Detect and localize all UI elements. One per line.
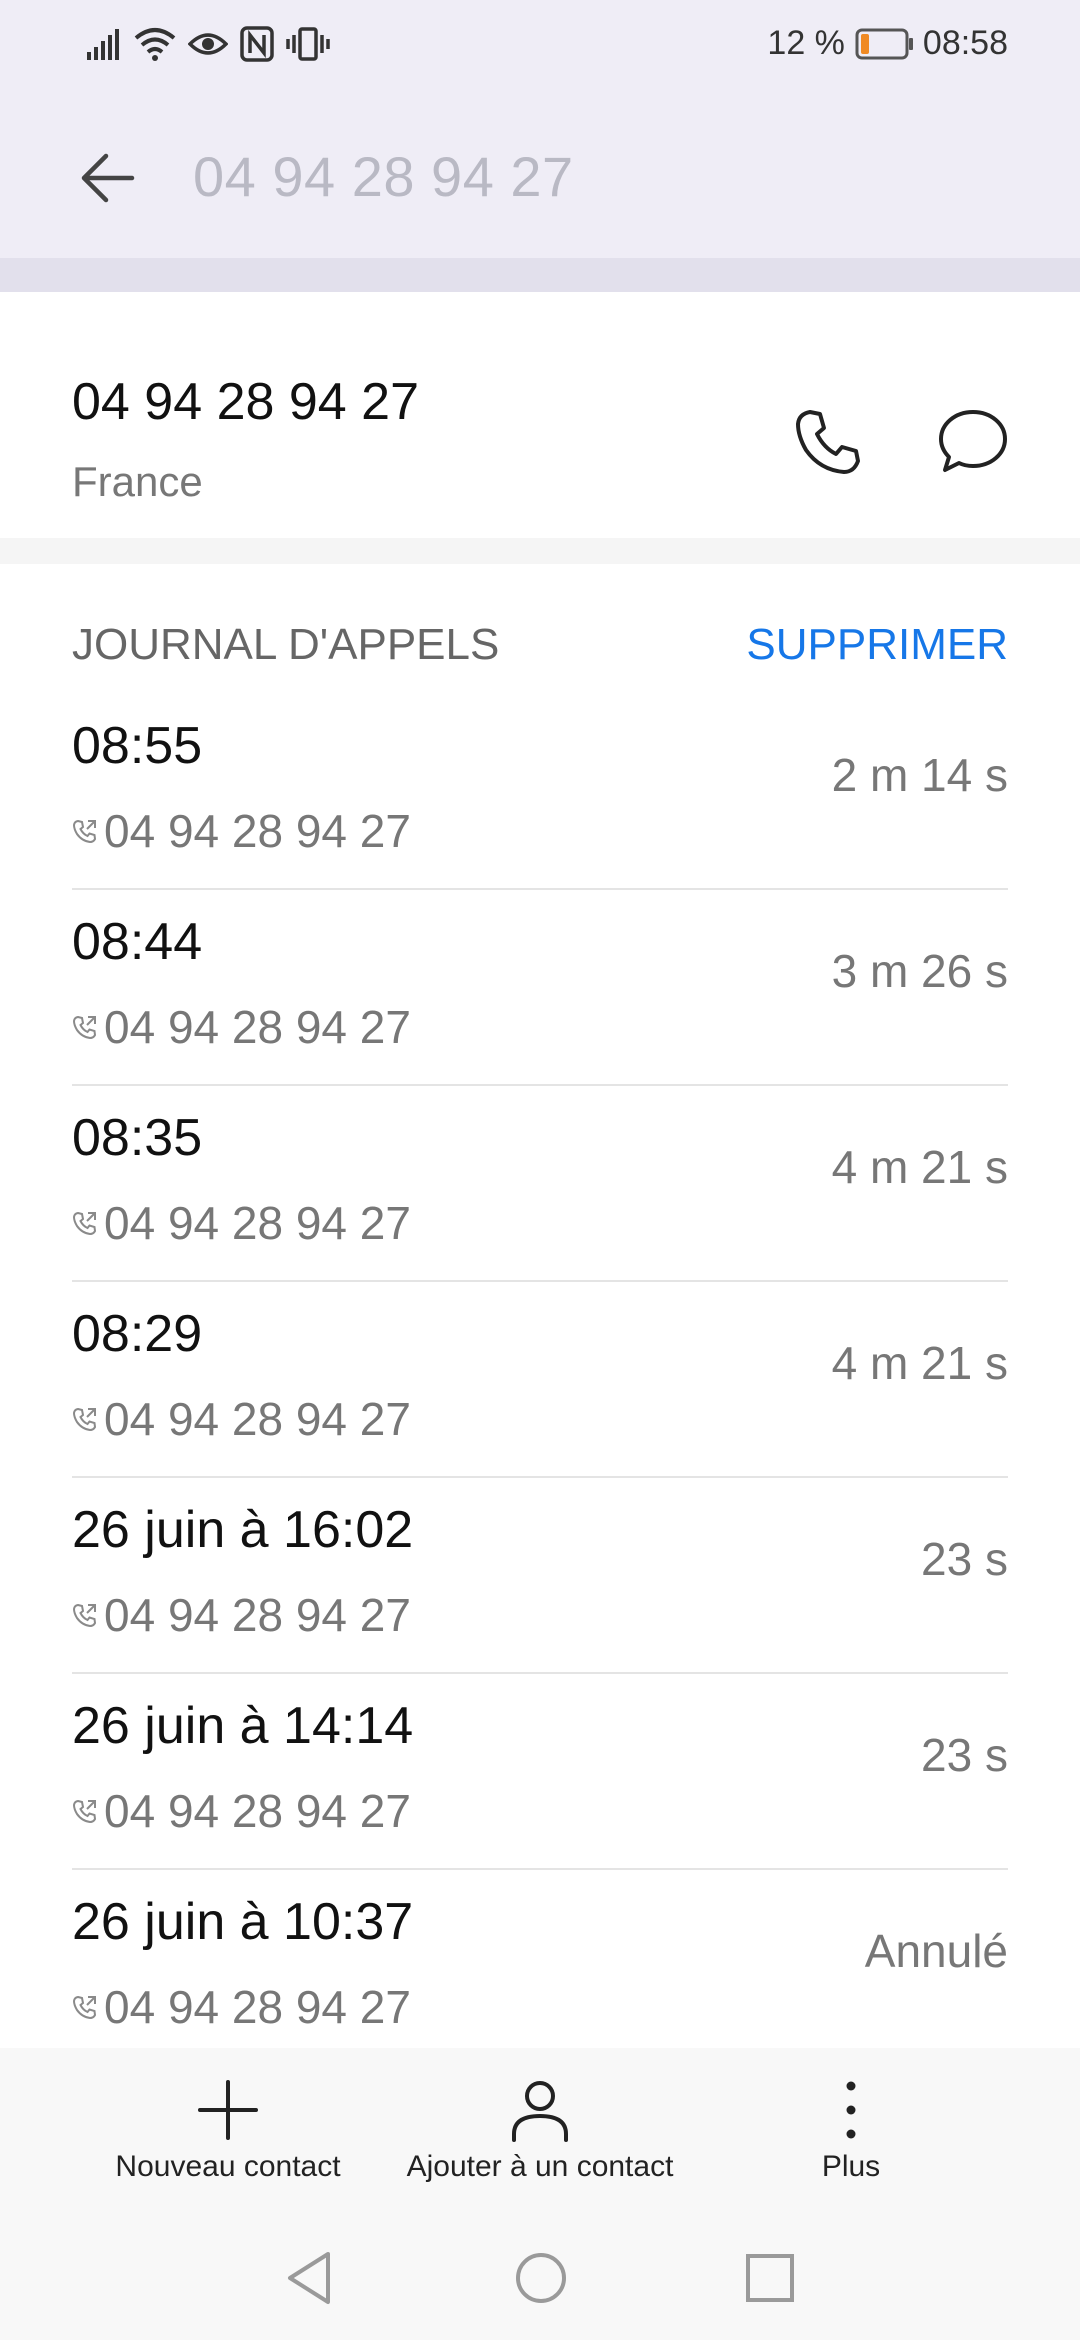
call-detail: 04 94 28 94 27 [72,1000,411,1054]
person-icon [512,2081,568,2142]
more-button[interactable]: Plus [771,2078,931,2184]
call-date: 08:35 [72,1109,203,1167]
call-number: 04 94 28 94 27 [104,1197,411,1249]
call-log-row[interactable]: 08:35 04 94 28 94 27 4 m 21 s [72,1086,1008,1282]
delete-button[interactable]: SUPPRIMER [746,620,1008,670]
call-log-row[interactable]: 26 juin à 16:02 04 94 28 94 27 23 s [72,1478,1008,1674]
call-number: 04 94 28 94 27 [104,805,411,857]
call-log-row[interactable]: 26 juin à 14:14 04 94 28 94 27 23 s [72,1674,1008,1870]
call-number: 04 94 28 94 27 [104,1589,411,1641]
header-divider [0,258,1080,292]
eye-icon [188,33,228,55]
call-date: 26 juin à 14:14 [72,1697,414,1755]
call-detail: 04 94 28 94 27 [72,804,411,858]
signal-icon [87,29,119,60]
system-nav-bar [0,2220,1080,2340]
call-number: 04 94 28 94 27 [104,1785,411,1837]
arrow-left-icon[interactable] [70,140,146,216]
call-duration: 4 m 21 s [831,1337,1008,1389]
app-bar: 04 94 28 94 27 [0,92,1080,258]
call-duration: 4 m 21 s [831,1141,1008,1193]
call-number: 04 94 28 94 27 [104,1981,411,2033]
status-bar: 12 % 08:58 [0,0,1080,92]
outgoing-call-icon [72,1407,97,1432]
outgoing-call-icon [72,819,97,844]
call-date: 26 juin à 16:02 [72,1501,414,1559]
call-detail: 04 94 28 94 27 [72,1588,411,1642]
battery-percent: 12 % [767,24,845,62]
outgoing-call-icon [72,1211,97,1236]
vibrate-icon [286,27,330,61]
new-contact-label: Nouveau contact [115,2150,341,2183]
outgoing-call-icon [72,1015,97,1040]
section-gap [0,538,1080,564]
call-log-list: 08:55 04 94 28 94 27 2 m 14 s 08:44 04 9… [72,694,1008,2048]
nav-back-icon[interactable] [282,2248,338,2308]
add-to-contact-button[interactable]: Ajouter à un contact [400,2078,680,2184]
bottom-action-bar: Nouveau contact Ajouter à un contact Plu… [0,2048,1080,2220]
chat-bubble-icon[interactable] [935,404,1011,480]
add-to-contact-label: Ajouter à un contact [406,2150,674,2183]
call-log-row[interactable]: 08:29 04 94 28 94 27 4 m 21 s [72,1282,1008,1478]
call-detail: 04 94 28 94 27 [72,1980,411,2034]
call-log-row[interactable]: 08:44 04 94 28 94 27 3 m 26 s [72,890,1008,1086]
nav-home-icon[interactable] [513,2248,569,2308]
wifi-icon [134,28,176,61]
call-date: 08:29 [72,1305,203,1363]
call-log-header: JOURNAL D'APPELS [72,620,500,669]
status-right: 12 % 08:58 [767,24,1008,63]
plus-icon [198,2080,258,2140]
call-date: 08:55 [72,717,203,775]
status-time: 08:58 [922,24,1008,62]
call-log-row[interactable]: 08:55 04 94 28 94 27 2 m 14 s [72,694,1008,890]
nfc-icon [240,26,274,62]
nav-recents-icon[interactable] [742,2248,798,2308]
call-detail: 04 94 28 94 27 [72,1196,411,1250]
new-contact-button[interactable]: Nouveau contact [113,2078,343,2184]
call-date: 08:44 [72,913,203,971]
contact-country: France [72,458,203,505]
phone-icon[interactable] [790,404,866,480]
call-log-section: JOURNAL D'APPELS SUPPRIMER 08:55 04 94 2… [0,564,1080,2048]
call-log-row[interactable]: 26 juin à 10:37 04 94 28 94 27 Annulé [72,1870,1008,2048]
call-detail: 04 94 28 94 27 [72,1392,411,1446]
call-duration: 23 s [921,1729,1008,1781]
call-number: 04 94 28 94 27 [104,1001,411,1053]
call-duration: 23 s [921,1533,1008,1585]
outgoing-call-icon [72,1995,97,2020]
contact-card: 04 94 28 94 27 France [0,292,1080,538]
outgoing-call-icon [72,1603,97,1628]
contact-number: 04 94 28 94 27 [72,373,419,431]
call-detail: 04 94 28 94 27 [72,1784,411,1838]
outgoing-call-icon [72,1799,97,1824]
status-icons-left [86,26,342,62]
call-number: 04 94 28 94 27 [104,1393,411,1445]
call-duration: 2 m 14 s [831,749,1008,801]
call-duration: Annulé [864,1925,1008,1977]
call-duration: 3 m 26 s [831,945,1008,997]
battery-icon [855,28,913,59]
more-label: Plus [821,2150,881,2183]
page-title: 04 94 28 94 27 [193,145,574,208]
call-date: 26 juin à 10:37 [72,1893,414,1951]
more-vertical-icon [846,2081,856,2139]
